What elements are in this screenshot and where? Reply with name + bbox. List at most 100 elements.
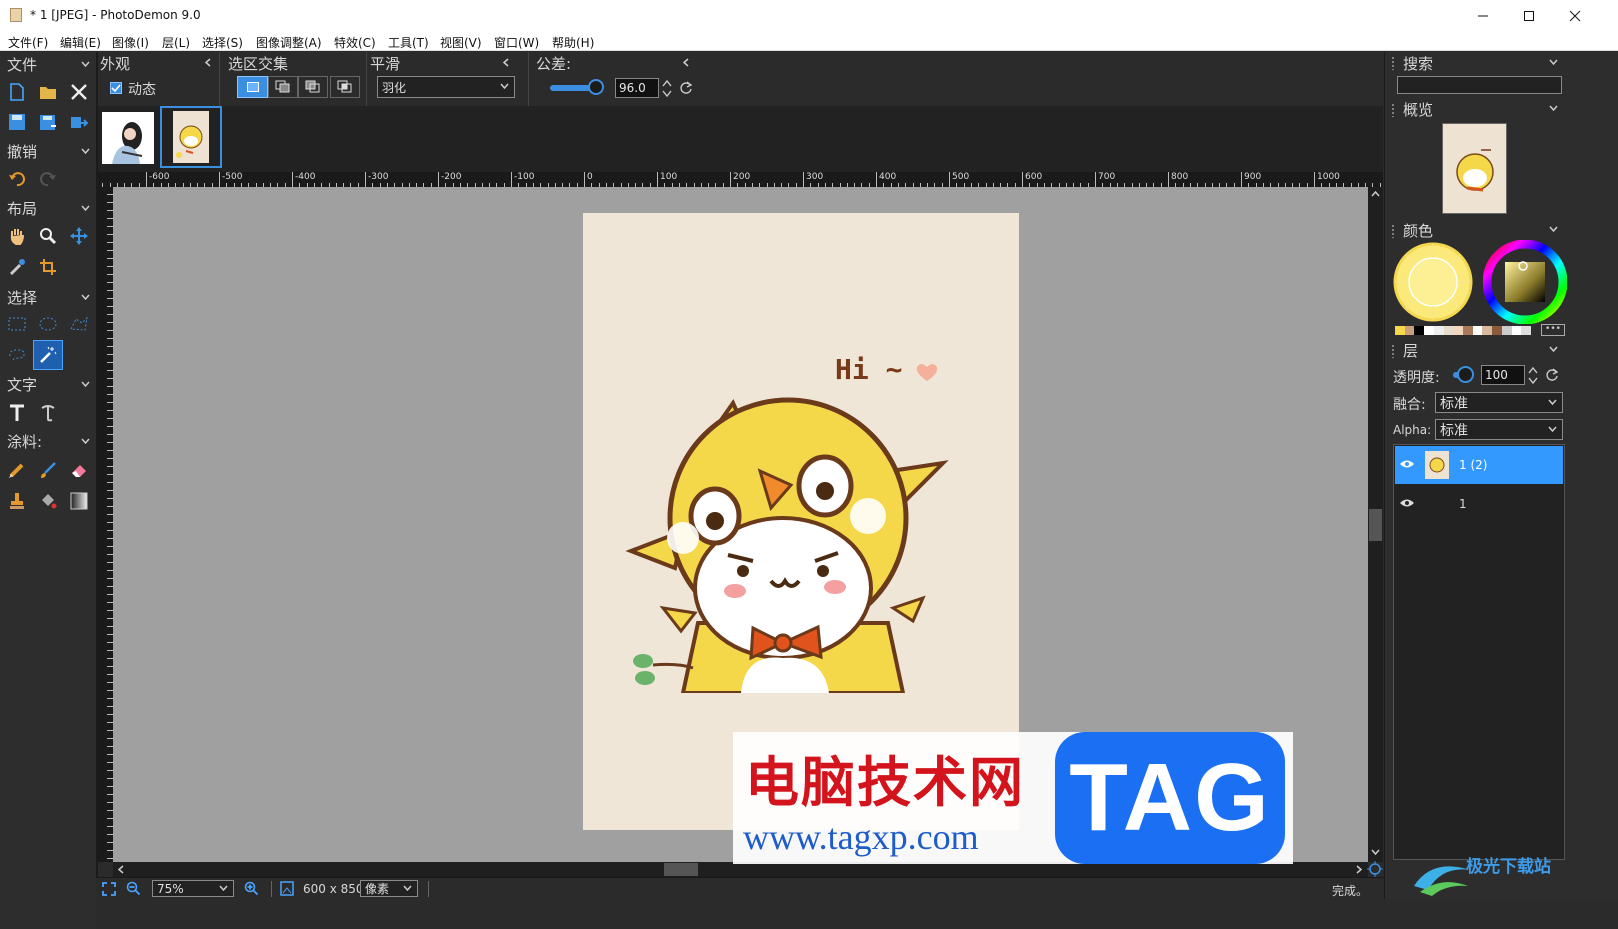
- zoom-select[interactable]: 75%: [152, 880, 234, 897]
- eye-icon[interactable]: [1399, 498, 1415, 508]
- vertical-scrollbar[interactable]: [1368, 187, 1383, 862]
- more-colors-button[interactable]: •••: [1541, 324, 1565, 336]
- search-panel-title[interactable]: 搜索: [1403, 53, 1433, 74]
- menu-image[interactable]: 图像(I): [112, 34, 149, 51]
- layer-row[interactable]: 1 (2): [1395, 446, 1563, 484]
- section-file-label[interactable]: 文件: [7, 54, 37, 75]
- fit-to-window-icon[interactable]: [102, 882, 116, 896]
- blend-mode-select[interactable]: 标准: [1435, 392, 1563, 413]
- close-window-button[interactable]: [1552, 0, 1598, 31]
- minimize-button[interactable]: [1460, 0, 1506, 31]
- export-icon[interactable]: [66, 109, 92, 135]
- chevron-down-icon[interactable]: [1549, 104, 1558, 113]
- section-paint-label[interactable]: 涂料:: [7, 431, 42, 452]
- scroll-up-icon[interactable]: [1371, 191, 1380, 197]
- menu-file[interactable]: 文件(F): [8, 34, 48, 51]
- horizontal-scroll-thumb[interactable]: [664, 863, 698, 876]
- pencil-icon[interactable]: [4, 457, 30, 483]
- menu-select[interactable]: 选择(S): [202, 34, 243, 51]
- reset-icon[interactable]: [679, 81, 693, 95]
- chevron-down-icon[interactable]: [81, 204, 90, 213]
- panel-grip-icon[interactable]: [1391, 344, 1395, 358]
- layer-row[interactable]: 1: [1395, 485, 1563, 523]
- spin-updown-icon[interactable]: [662, 79, 672, 99]
- hand-tool-icon[interactable]: [4, 223, 30, 249]
- close-image-icon[interactable]: [66, 79, 92, 105]
- layers-panel-title[interactable]: 层: [1403, 340, 1418, 361]
- panel-grip-icon[interactable]: [1391, 56, 1395, 70]
- clone-stamp-icon[interactable]: [4, 488, 30, 514]
- unit-select[interactable]: 像素: [360, 880, 418, 897]
- menu-layer[interactable]: 层(L): [162, 34, 190, 51]
- chevron-down-icon[interactable]: [81, 147, 90, 156]
- section-undo-label[interactable]: 撤销: [7, 141, 37, 162]
- section-text-label[interactable]: 文字: [7, 374, 37, 395]
- combine-add-button[interactable]: [268, 76, 298, 98]
- chevron-down-icon[interactable]: [81, 380, 90, 389]
- chevron-down-icon[interactable]: [1549, 345, 1558, 354]
- color-hue-wheel[interactable]: [1483, 240, 1567, 324]
- combine-subtract-button[interactable]: [298, 76, 328, 98]
- menu-window[interactable]: 窗口(W): [494, 34, 539, 51]
- menu-view[interactable]: 视图(V): [440, 34, 482, 51]
- colors-panel-title[interactable]: 颜色: [1403, 220, 1433, 241]
- navigator-icon[interactable]: [1367, 861, 1383, 877]
- typography-tool-icon[interactable]: [35, 400, 61, 426]
- tolerance-input[interactable]: 96.0: [615, 78, 659, 98]
- save-icon[interactable]: [4, 109, 30, 135]
- chevron-down-icon[interactable]: [1549, 225, 1558, 234]
- chevron-left-icon[interactable]: [682, 58, 691, 67]
- eye-icon[interactable]: [1399, 459, 1415, 469]
- section-select-label[interactable]: 选择: [7, 287, 37, 308]
- crop-tool-icon[interactable]: [35, 254, 61, 280]
- chevron-down-icon[interactable]: [1549, 58, 1558, 67]
- combine-replace-button[interactable]: [237, 76, 268, 98]
- new-file-icon[interactable]: [4, 79, 30, 105]
- image-thumbnail-1[interactable]: [102, 112, 154, 164]
- alpha-mode-select[interactable]: 标准: [1435, 419, 1563, 440]
- rect-select-icon[interactable]: [4, 311, 30, 337]
- scroll-right-icon[interactable]: [1356, 865, 1362, 874]
- paint-bucket-icon[interactable]: [35, 488, 61, 514]
- color-harmony-wheel[interactable]: [1393, 242, 1473, 322]
- lasso-select-icon[interactable]: [4, 342, 30, 368]
- polygon-select-icon[interactable]: [66, 311, 92, 337]
- zoom-in-icon[interactable]: [244, 881, 259, 896]
- menu-adjust[interactable]: 图像调整(A): [256, 34, 322, 51]
- overview-panel-title[interactable]: 概览: [1403, 99, 1433, 120]
- text-tool-icon[interactable]: [4, 400, 30, 426]
- combine-intersect-button[interactable]: [330, 76, 360, 98]
- scroll-left-icon[interactable]: [118, 865, 124, 874]
- opacity-slider-handle[interactable]: [1457, 366, 1474, 383]
- zoom-out-icon[interactable]: [126, 881, 141, 896]
- horizontal-scrollbar[interactable]: [113, 862, 1368, 877]
- smooth-select[interactable]: 羽化: [377, 76, 515, 98]
- opacity-input[interactable]: 100: [1481, 365, 1525, 385]
- move-tool-icon[interactable]: [66, 223, 92, 249]
- spin-updown-icon[interactable]: [1528, 366, 1538, 386]
- menu-effects[interactable]: 特效(C): [334, 34, 376, 51]
- search-input[interactable]: [1397, 76, 1562, 94]
- vertical-scroll-thumb[interactable]: [1369, 509, 1382, 541]
- magic-wand-icon[interactable]: [33, 340, 63, 370]
- eyedropper-icon[interactable]: [4, 254, 30, 280]
- menu-edit[interactable]: 编辑(E): [60, 34, 101, 51]
- open-folder-icon[interactable]: [35, 79, 61, 105]
- ellipse-select-icon[interactable]: [35, 311, 61, 337]
- menu-tools[interactable]: 工具(T): [388, 34, 429, 51]
- eraser-icon[interactable]: [66, 457, 92, 483]
- chevron-down-icon[interactable]: [81, 437, 90, 446]
- recent-colors-strip[interactable]: [1395, 326, 1532, 335]
- undo-icon[interactable]: [4, 166, 30, 192]
- overview-thumbnail[interactable]: [1442, 123, 1507, 214]
- save-as-icon[interactable]: [35, 109, 61, 135]
- menu-help[interactable]: 帮助(H): [552, 34, 594, 51]
- brush-icon[interactable]: [35, 457, 61, 483]
- section-layout-label[interactable]: 布局: [7, 198, 37, 219]
- chevron-left-icon[interactable]: [502, 58, 511, 67]
- redo-icon[interactable]: [35, 166, 61, 192]
- image-thumbnail-2[interactable]: [160, 106, 222, 168]
- panel-grip-icon[interactable]: [1391, 103, 1395, 117]
- panel-grip-icon[interactable]: [1391, 224, 1395, 238]
- dynamic-checkbox[interactable]: [110, 82, 122, 94]
